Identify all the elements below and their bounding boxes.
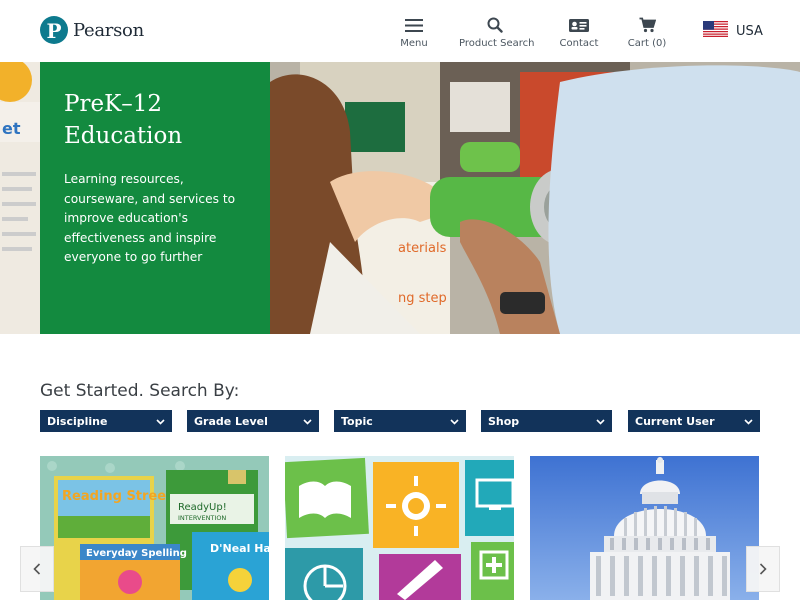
pearson-logo-mark: P xyxy=(40,16,68,44)
capitol-dome-image xyxy=(530,456,759,600)
svg-text:et: et xyxy=(2,119,21,138)
products-card[interactable]: Reading Street ReadyUp! INTERVENTION Eve… xyxy=(40,456,269,600)
book-title-dneal: D'Neal Handwriting xyxy=(210,542,269,555)
contact-card-icon xyxy=(559,16,599,34)
hero-title: PreK–12 Education xyxy=(64,91,183,149)
product-search-label: Product Search xyxy=(459,38,535,49)
dropdown-label: Grade Level xyxy=(194,414,268,428)
pearson-logo[interactable]: P Pearson xyxy=(40,16,144,44)
book-subtitle-readyup: INTERVENTION xyxy=(178,514,226,522)
menu-button[interactable]: Menu xyxy=(399,16,429,49)
contact-button[interactable]: Contact xyxy=(559,16,599,49)
book-title-readyup: ReadyUp! xyxy=(178,502,227,513)
search-icon xyxy=(459,16,531,34)
government-card[interactable] xyxy=(530,456,759,600)
chevron-left-icon xyxy=(33,560,41,579)
subjects-card[interactable] xyxy=(285,456,514,600)
cart-icon xyxy=(627,16,667,34)
hamburger-icon xyxy=(399,16,429,34)
topic-dropdown[interactable]: Topic xyxy=(334,410,466,432)
grade-level-dropdown[interactable]: Grade Level xyxy=(187,410,319,432)
chevron-right-icon xyxy=(759,560,767,579)
chevron-down-icon xyxy=(596,415,605,428)
shop-dropdown[interactable]: Shop xyxy=(481,410,612,432)
site-header: P Pearson Menu Product Search Contact Ca… xyxy=(0,0,800,62)
subjects-card-image xyxy=(285,456,514,600)
page: P Pearson Menu Product Search Contact Ca… xyxy=(0,0,800,600)
cart-label: Cart (0) xyxy=(627,38,667,49)
menu-label: Menu xyxy=(400,38,428,49)
svg-text:ng step: ng step xyxy=(398,291,447,306)
dropdown-label: Shop xyxy=(488,414,520,428)
dropdown-label: Topic xyxy=(341,414,373,428)
dropdown-label: Discipline xyxy=(47,414,108,428)
book-title-reading-street: Reading Street xyxy=(62,489,172,504)
carousel-next-button[interactable] xyxy=(746,546,780,592)
contact-label: Contact xyxy=(559,38,599,49)
chevron-down-icon xyxy=(303,415,312,428)
svg-text:aterials: aterials xyxy=(398,241,447,256)
current-user-dropdown[interactable]: Current User xyxy=(628,410,760,432)
book-icon xyxy=(299,481,351,518)
cart-button[interactable]: Cart (0) xyxy=(627,16,667,49)
carousel-prev-button[interactable] xyxy=(20,546,54,592)
book-title-everyday-spelling: Everyday Spelling xyxy=(86,548,187,559)
chevron-down-icon xyxy=(450,415,459,428)
search-by-heading: Get Started. Search By: xyxy=(40,381,240,401)
hero-text-panel: PreK–12 Education Learning resources, co… xyxy=(40,62,270,334)
discipline-dropdown[interactable]: Discipline xyxy=(40,410,172,432)
pearson-logo-text: Pearson xyxy=(73,19,144,41)
chevron-down-icon xyxy=(744,415,753,428)
us-flag-icon xyxy=(703,21,728,41)
dropdown-label: Current User xyxy=(635,414,715,428)
product-search-button[interactable]: Product Search xyxy=(459,16,535,49)
region-label: USA xyxy=(736,23,763,39)
region-selector[interactable]: USA xyxy=(703,21,763,41)
products-card-image: Reading Street ReadyUp! INTERVENTION Eve… xyxy=(40,456,269,600)
chevron-down-icon xyxy=(156,415,165,428)
hero-banner: et aterials ng step PreK–12 Education Le… xyxy=(0,62,800,334)
hero-description: Learning resources, courseware, and serv… xyxy=(64,172,236,264)
